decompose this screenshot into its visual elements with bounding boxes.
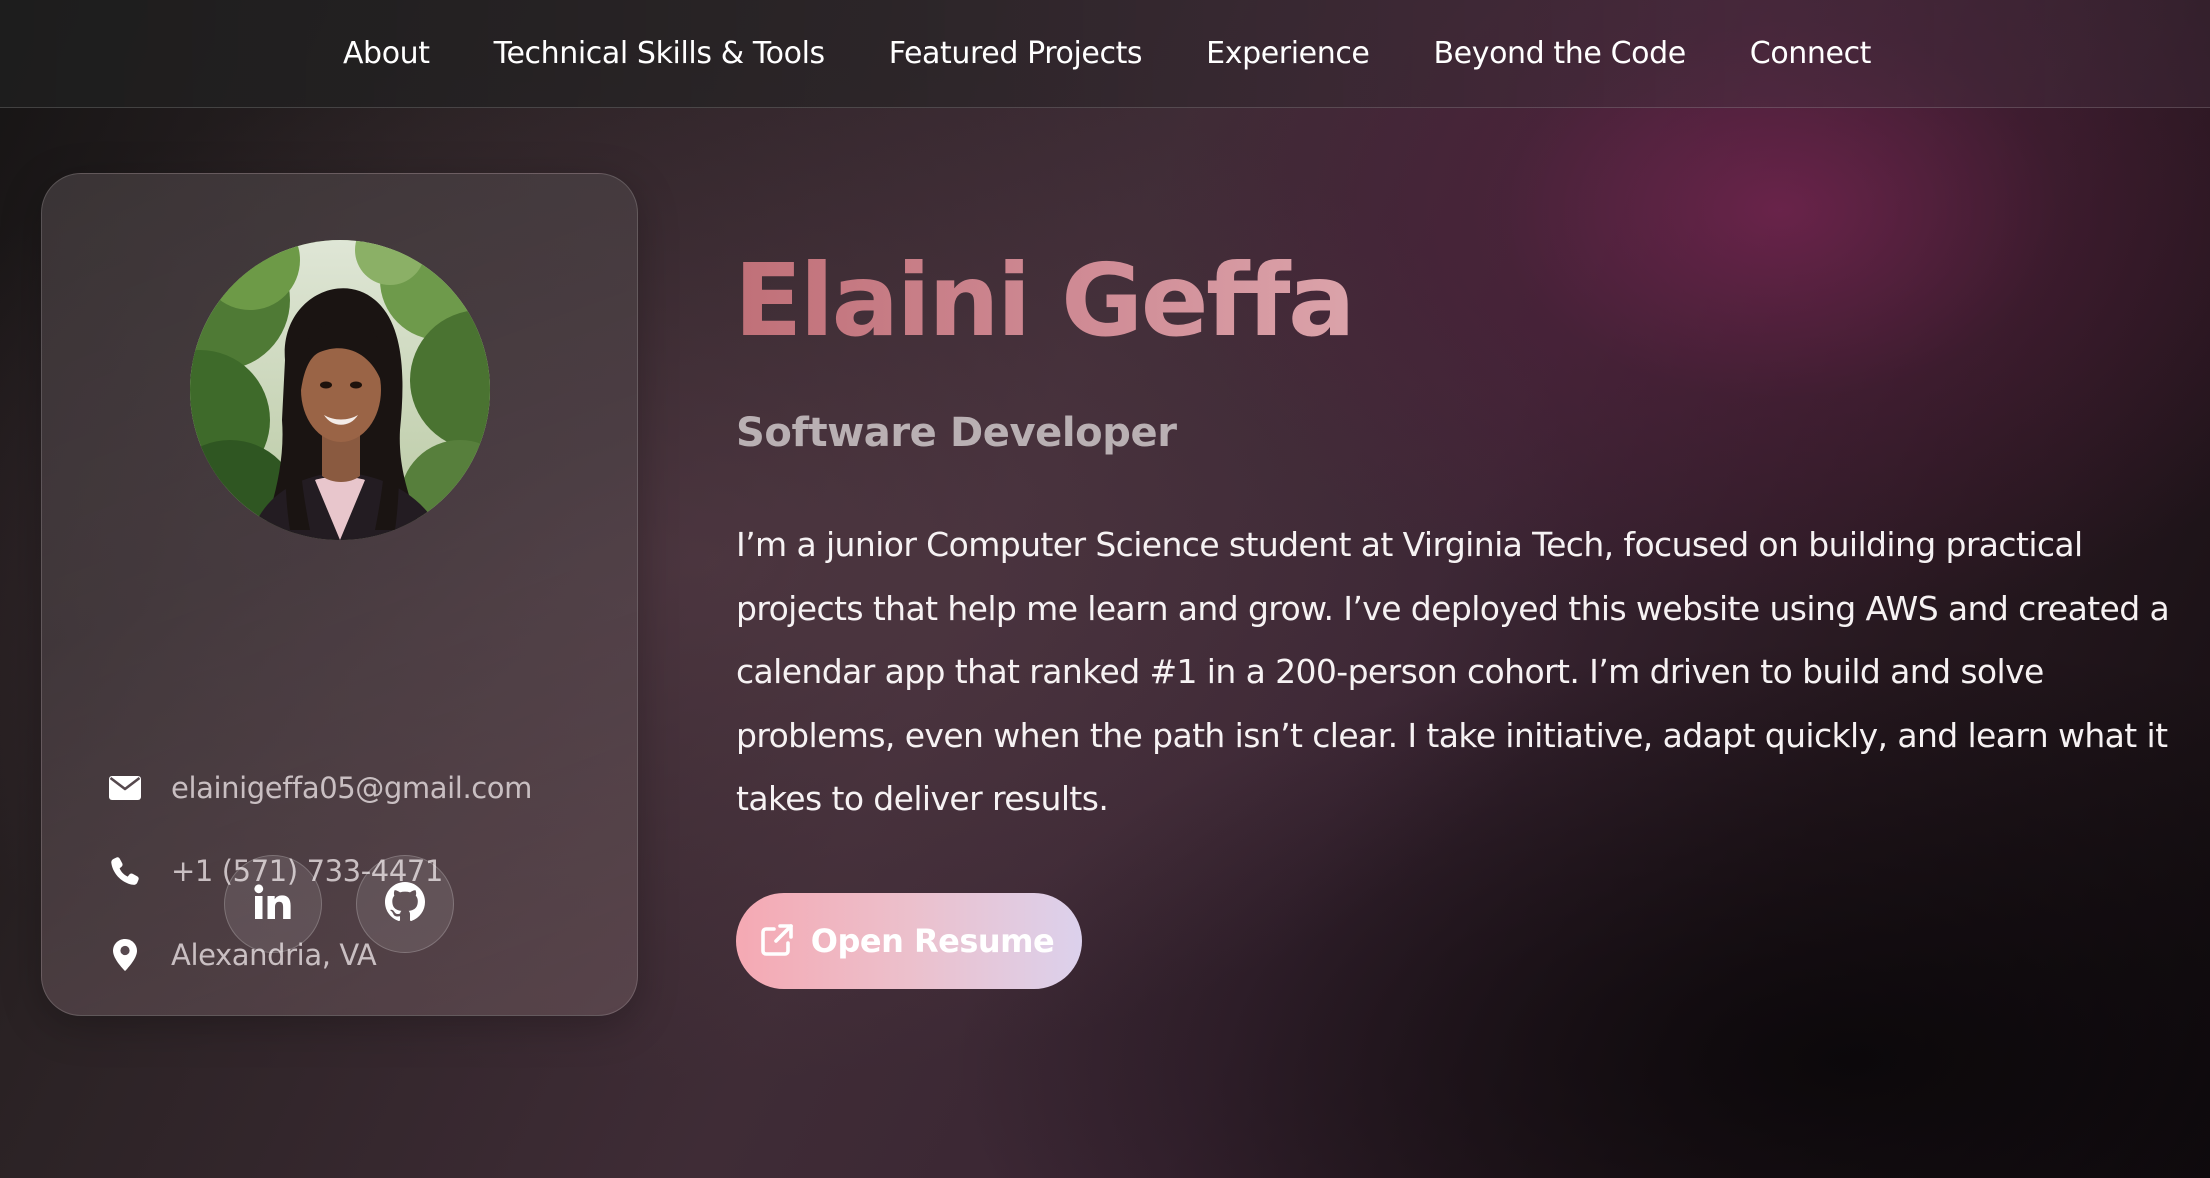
- nav-item-about: About: [343, 36, 430, 71]
- open-resume-button[interactable]: Open Resume: [736, 893, 1082, 989]
- hero-name: Elaini Geffa: [734, 238, 1356, 363]
- envelope-icon: [108, 771, 142, 805]
- nav-link-about[interactable]: About: [343, 36, 430, 71]
- nav-item-technical-skills: Technical Skills & Tools: [494, 36, 826, 71]
- avatar: [190, 240, 490, 540]
- profile-card: elainigeffa05@gmail.com +1 (571) 733-447…: [41, 173, 638, 1016]
- open-resume-label: Open Resume: [810, 922, 1055, 960]
- email-text[interactable]: elainigeffa05@gmail.com: [171, 771, 532, 805]
- nav-item-connect: Connect: [1750, 36, 1872, 71]
- portrait-photo: [190, 240, 490, 540]
- nav-link-experience[interactable]: Experience: [1206, 36, 1370, 71]
- map-pin-icon: [108, 938, 142, 972]
- nav-link-beyond-the-code[interactable]: Beyond the Code: [1433, 36, 1686, 71]
- nav-link-connect[interactable]: Connect: [1750, 36, 1872, 71]
- linkedin-button[interactable]: [224, 855, 322, 953]
- contact-email: elainigeffa05@gmail.com: [108, 763, 532, 813]
- nav-link-technical-skills[interactable]: Technical Skills & Tools: [494, 36, 826, 71]
- linkedin-icon: [254, 884, 292, 924]
- nav-link-featured-projects[interactable]: Featured Projects: [889, 36, 1143, 71]
- github-icon: [385, 882, 425, 926]
- top-navbar: About Technical Skills & Tools Featured …: [0, 0, 2210, 108]
- nav-item-experience: Experience: [1206, 36, 1370, 71]
- external-link-icon: [760, 923, 794, 960]
- github-button[interactable]: [356, 855, 454, 953]
- hero-role: Software Developer: [736, 410, 1177, 456]
- phone-icon: [108, 854, 142, 888]
- hero-bio: I’m a junior Computer Science student at…: [736, 525, 2170, 818]
- nav-item-beyond-the-code: Beyond the Code: [1433, 36, 1686, 71]
- nav-item-featured-projects: Featured Projects: [889, 36, 1143, 71]
- nav-list: About Technical Skills & Tools Featured …: [0, 0, 2210, 107]
